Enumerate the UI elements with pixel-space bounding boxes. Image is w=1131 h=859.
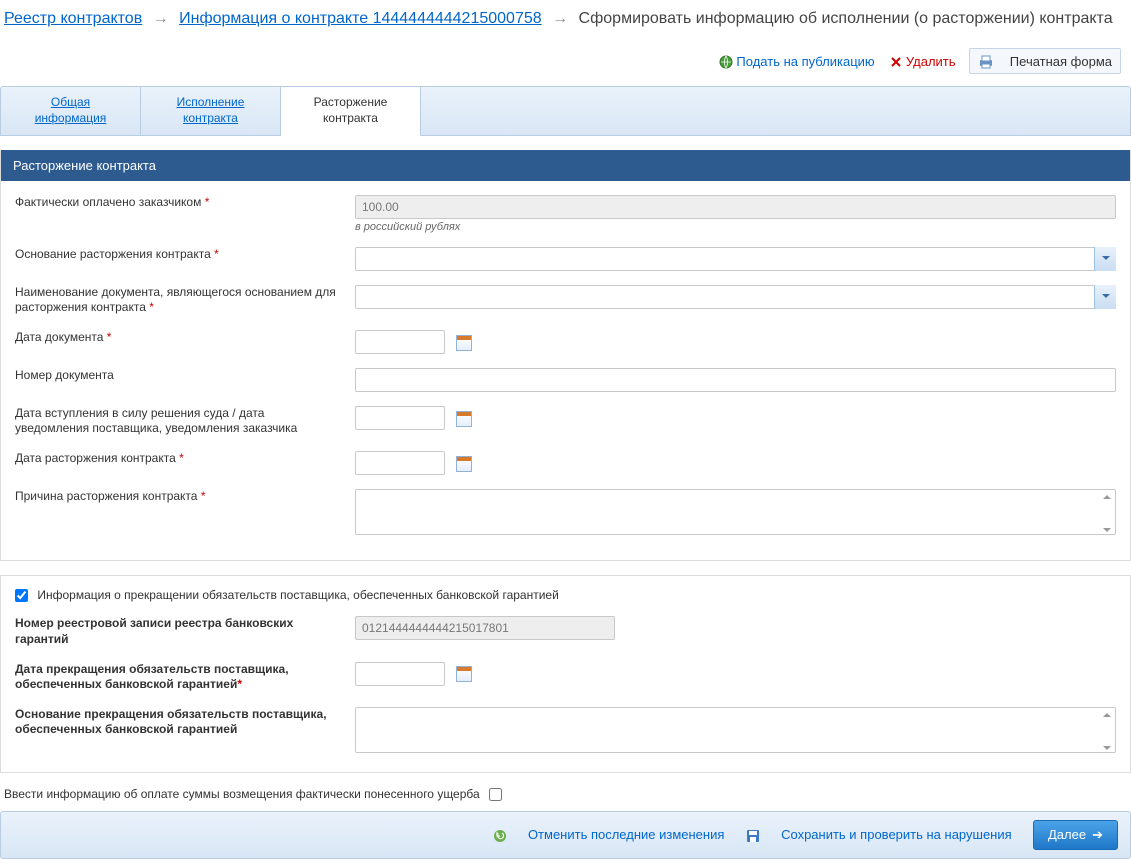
- publish-link[interactable]: Подать на публикацию: [736, 54, 874, 69]
- reason-textarea[interactable]: [355, 489, 1116, 535]
- delete-icon: [890, 56, 902, 68]
- next-button[interactable]: Далее➔: [1033, 820, 1118, 850]
- bank-guarantee-panel: Информация о прекращении обязательств по…: [0, 575, 1131, 773]
- bank-checkbox-label: Информация о прекращении обязательств по…: [37, 588, 558, 602]
- reason-label: Причина расторжения контракта *: [15, 489, 355, 505]
- save-icon: [746, 829, 760, 843]
- damage-row: Ввести информацию об оплате суммы возмещ…: [4, 787, 1127, 801]
- chevron-right-icon: →: [153, 10, 169, 27]
- arrow-right-icon: ➔: [1092, 827, 1103, 842]
- doc-name-label: Наименование документа, являющегося осно…: [15, 285, 355, 316]
- printer-icon: [978, 55, 994, 69]
- paid-input: [355, 195, 1116, 219]
- undo-icon: [493, 829, 507, 843]
- court-date-input[interactable]: [355, 406, 445, 430]
- tab-execution[interactable]: Исполнение контракта: [141, 87, 281, 134]
- globe-icon: [719, 55, 733, 69]
- breadcrumb: Реестр контрактов → Информация о контрак…: [0, 0, 1131, 42]
- print-label: Печатная форма: [1010, 54, 1112, 69]
- reg-num-input: [355, 616, 615, 640]
- term-date-input[interactable]: [355, 451, 445, 475]
- calendar-icon[interactable]: [456, 335, 472, 351]
- doc-date-label: Дата документа *: [15, 330, 355, 346]
- bank-info-checkbox[interactable]: [15, 589, 28, 602]
- tab-termination[interactable]: Расторжение контракта: [281, 87, 421, 135]
- damage-checkbox[interactable]: [489, 788, 502, 801]
- calendar-icon[interactable]: [456, 456, 472, 472]
- footer-bar: Отменить последние изменения Сохранить и…: [0, 811, 1131, 859]
- reg-num-label: Номер реестровой записи реестра банковск…: [15, 616, 355, 647]
- chevron-right-icon: →: [552, 10, 568, 27]
- dropdown-icon[interactable]: [1094, 247, 1116, 271]
- doc-name-select[interactable]: [355, 285, 1116, 309]
- calendar-icon[interactable]: [456, 666, 472, 682]
- dropdown-icon[interactable]: [1094, 285, 1116, 309]
- breadcrumb-current: Сформировать информацию об исполнении (о…: [579, 10, 1113, 27]
- basis-select[interactable]: [355, 247, 1116, 271]
- breadcrumb-registry-link[interactable]: Реестр контрактов: [4, 10, 142, 27]
- basis-label: Основание расторжения контракта *: [15, 247, 355, 263]
- paid-label: Фактически оплачено заказчиком *: [15, 195, 355, 211]
- term-date-label: Дата расторжения контракта *: [15, 451, 355, 467]
- calendar-icon[interactable]: [456, 411, 472, 427]
- tabs-container: Общая информация Исполнение контракта Ра…: [0, 86, 1131, 135]
- scrollbar-icon: [1100, 709, 1114, 754]
- stop-basis-textarea[interactable]: [355, 707, 1116, 753]
- doc-num-label: Номер документа: [15, 368, 355, 384]
- breadcrumb-contract-link[interactable]: Информация о контракте 14444444442150007…: [179, 10, 542, 27]
- panel-title: Расторжение контракта: [1, 150, 1130, 181]
- stop-basis-label: Основание прекращения обязательств поста…: [15, 707, 355, 738]
- doc-num-input[interactable]: [355, 368, 1116, 392]
- court-date-label: Дата вступления в силу решения суда / да…: [15, 406, 355, 437]
- scrollbar-icon: [1100, 491, 1114, 536]
- paid-hint: в российский рублях: [355, 221, 1116, 233]
- save-link[interactable]: Сохранить и проверить на нарушения: [781, 827, 1012, 842]
- delete-link[interactable]: Удалить: [906, 54, 956, 69]
- termination-panel: Расторжение контракта Фактически оплачен…: [0, 150, 1131, 561]
- damage-label: Ввести информацию об оплате суммы возмещ…: [4, 787, 480, 801]
- tab-general[interactable]: Общая информация: [1, 87, 141, 134]
- action-toolbar: Подать на публикацию Удалить Печатная фо…: [0, 42, 1131, 80]
- stop-date-input[interactable]: [355, 662, 445, 686]
- stop-date-label: Дата прекращения обязательств поставщика…: [15, 662, 355, 693]
- doc-date-input[interactable]: [355, 330, 445, 354]
- undo-link[interactable]: Отменить последние изменения: [528, 827, 724, 842]
- print-button[interactable]: Печатная форма: [969, 48, 1121, 74]
